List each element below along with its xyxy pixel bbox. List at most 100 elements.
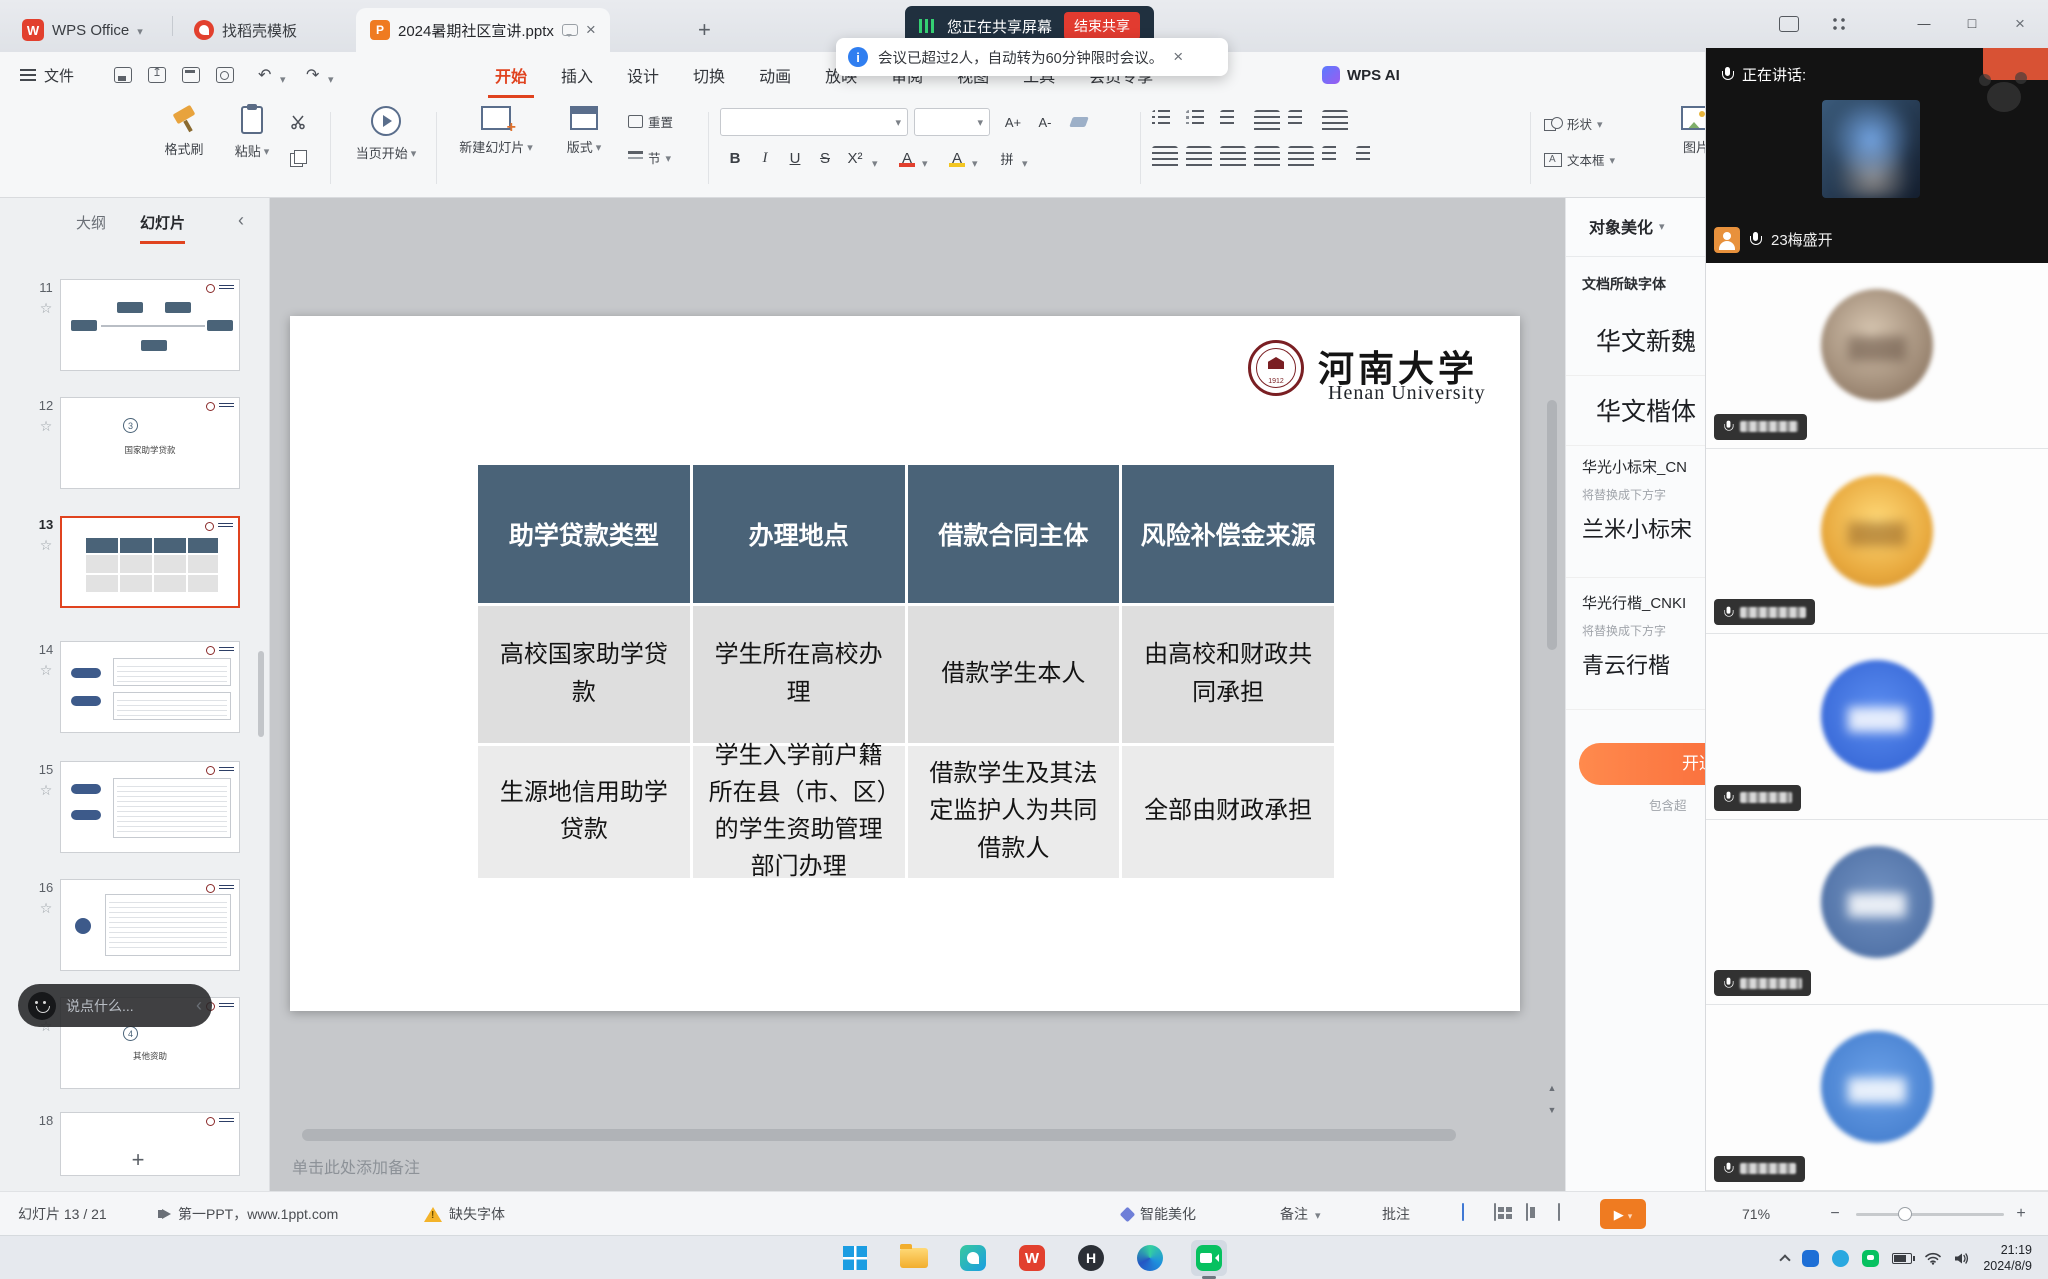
tab-home[interactable]: 开始 bbox=[478, 52, 544, 98]
shapes-button[interactable]: 形状 bbox=[1544, 114, 1603, 133]
justify-button[interactable] bbox=[1254, 146, 1280, 170]
reading-view-button[interactable] bbox=[1526, 1203, 1528, 1221]
meeting-chat-bar[interactable]: 说点什么... bbox=[18, 984, 212, 1027]
chat-collapse-icon[interactable] bbox=[196, 995, 202, 1016]
copy-button[interactable] bbox=[290, 150, 306, 166]
font-name-select[interactable] bbox=[720, 108, 908, 136]
section-button[interactable]: 节 bbox=[628, 148, 671, 167]
bold-button[interactable]: B bbox=[722, 146, 748, 170]
smart-beautify-button[interactable]: 智能美化 bbox=[1122, 1192, 1196, 1236]
text-direction-button[interactable] bbox=[1288, 110, 1314, 134]
comment-bubble-icon[interactable] bbox=[562, 24, 578, 36]
redo-dropdown-icon[interactable] bbox=[328, 70, 334, 88]
undo-button[interactable] bbox=[258, 65, 271, 85]
participant-tile[interactable] bbox=[1706, 820, 2048, 1006]
slide-thumbnail-15[interactable] bbox=[60, 761, 240, 853]
textbox-button[interactable]: 文本框 bbox=[1544, 150, 1615, 169]
new-slide-button[interactable]: 新建幻灯片 bbox=[450, 106, 542, 156]
print-button[interactable] bbox=[182, 67, 200, 83]
tray-app-icon-blue[interactable] bbox=[1802, 1250, 1819, 1267]
previous-slide-button[interactable] bbox=[1542, 1078, 1562, 1096]
end-share-button[interactable]: 结束共享 bbox=[1064, 12, 1140, 40]
line-spacing-button[interactable] bbox=[1356, 146, 1382, 170]
h-app-button[interactable] bbox=[1073, 1240, 1109, 1276]
zoom-level[interactable]: 71% bbox=[1742, 1192, 1770, 1236]
slide-star-icon[interactable] bbox=[36, 418, 56, 436]
collapse-panel-icon[interactable] bbox=[238, 210, 244, 231]
highlight-color-button[interactable]: A bbox=[944, 146, 970, 170]
clear-format-button[interactable] bbox=[1066, 110, 1092, 134]
decrease-font-button[interactable]: A- bbox=[1032, 110, 1058, 134]
tab-animation[interactable]: 动画 bbox=[742, 52, 808, 98]
volume-icon[interactable] bbox=[1954, 1252, 1970, 1265]
active-speaker-video[interactable] bbox=[1822, 100, 1920, 198]
align-right-button[interactable] bbox=[1220, 146, 1246, 170]
slideshow-play-button[interactable] bbox=[1600, 1199, 1646, 1229]
paragraph-settings-button[interactable] bbox=[1322, 110, 1348, 134]
missing-font-warning[interactable]: 缺失字体 bbox=[424, 1192, 505, 1236]
export-button[interactable] bbox=[148, 67, 166, 83]
increase-indent-button[interactable] bbox=[1254, 110, 1280, 134]
font-color-button[interactable]: A bbox=[894, 146, 920, 170]
panel-scrollbar[interactable] bbox=[258, 651, 264, 737]
save-button[interactable] bbox=[114, 67, 132, 83]
distribute-button[interactable] bbox=[1288, 146, 1314, 170]
reset-slide-button[interactable]: 重置 bbox=[628, 112, 673, 131]
start-button[interactable] bbox=[837, 1240, 873, 1276]
teal-app-button[interactable] bbox=[955, 1240, 991, 1276]
increase-font-button[interactable]: A+ bbox=[1000, 110, 1026, 134]
file-menu-button[interactable]: 文件 bbox=[20, 52, 74, 98]
cut-button[interactable] bbox=[290, 114, 306, 130]
slide-layout-button[interactable]: 版式 bbox=[552, 106, 616, 156]
comments-button[interactable]: 批注 bbox=[1382, 1192, 1410, 1236]
close-tab-icon[interactable] bbox=[586, 21, 596, 39]
slide-thumbnail-11[interactable] bbox=[60, 279, 240, 371]
normal-view-button[interactable] bbox=[1462, 1203, 1464, 1221]
redo-button[interactable] bbox=[306, 65, 319, 85]
window-maximize-button[interactable] bbox=[1948, 0, 1996, 48]
slide-star-icon[interactable] bbox=[36, 537, 56, 555]
print-preview-button[interactable] bbox=[216, 67, 234, 83]
notes-toggle-button[interactable]: 备注 bbox=[1280, 1192, 1321, 1236]
slide-star-icon[interactable] bbox=[36, 782, 56, 800]
paste-button[interactable]: 粘贴 bbox=[224, 106, 280, 160]
pinyin-dropdown-icon[interactable] bbox=[1022, 154, 1028, 172]
docer-template-tab[interactable]: 找稻壳模板 bbox=[180, 8, 311, 52]
italic-button[interactable]: I bbox=[752, 146, 778, 170]
slide-sorter-view-button[interactable] bbox=[1494, 1203, 1496, 1221]
zoom-in-button[interactable] bbox=[2012, 1205, 2030, 1223]
loan-comparison-table[interactable]: 助学贷款类型 办理地点 借款合同主体 风险补偿金来源 高校国家助学贷款 学生所在… bbox=[478, 465, 1334, 878]
notes-placeholder[interactable]: 单击此处添加备注 bbox=[292, 1154, 420, 1178]
decrease-indent-button[interactable] bbox=[1220, 110, 1246, 134]
tab-outline[interactable]: 大纲 bbox=[76, 212, 106, 241]
tab-transition[interactable]: 切换 bbox=[676, 52, 742, 98]
highlight-dropdown-icon[interactable] bbox=[972, 154, 978, 172]
meeting-app-button[interactable] bbox=[1191, 1240, 1227, 1276]
tray-expand-icon[interactable] bbox=[1780, 1254, 1791, 1265]
tray-app-icon-teal[interactable] bbox=[1832, 1250, 1849, 1267]
taskbar-clock[interactable]: 21:19 2024/8/9 bbox=[1983, 1242, 2032, 1274]
bullet-list-button[interactable] bbox=[1152, 110, 1178, 134]
participant-tile[interactable] bbox=[1706, 1005, 2048, 1191]
slide-thumbnail-14[interactable] bbox=[60, 641, 240, 733]
tab-slides[interactable]: 幻灯片 bbox=[140, 212, 185, 244]
wifi-icon[interactable] bbox=[1925, 1252, 1941, 1265]
wps-office-button[interactable] bbox=[1014, 1240, 1050, 1276]
columns-button[interactable] bbox=[1322, 146, 1348, 170]
wps-ai-button[interactable]: WPS AI bbox=[1322, 52, 1400, 98]
numbered-list-button[interactable] bbox=[1186, 110, 1212, 134]
window-close-button[interactable] bbox=[1996, 0, 2044, 48]
zoom-out-button[interactable] bbox=[1826, 1205, 1844, 1223]
participant-tile[interactable] bbox=[1706, 263, 2048, 449]
slide-star-icon[interactable] bbox=[36, 300, 56, 318]
edge-browser-button[interactable] bbox=[1132, 1240, 1168, 1276]
font-size-select[interactable] bbox=[914, 108, 990, 136]
vertical-scrollbar[interactable] bbox=[1547, 320, 1557, 1012]
tab-insert[interactable]: 插入 bbox=[544, 52, 610, 98]
superscript-dropdown-icon[interactable] bbox=[872, 154, 878, 172]
slide-thumbnail-16[interactable] bbox=[60, 879, 240, 971]
chat-input-placeholder[interactable]: 说点什么... bbox=[66, 996, 186, 1016]
participant-tile[interactable] bbox=[1706, 634, 2048, 820]
device-icon[interactable] bbox=[1779, 16, 1799, 32]
new-tab-button[interactable] bbox=[684, 8, 725, 52]
